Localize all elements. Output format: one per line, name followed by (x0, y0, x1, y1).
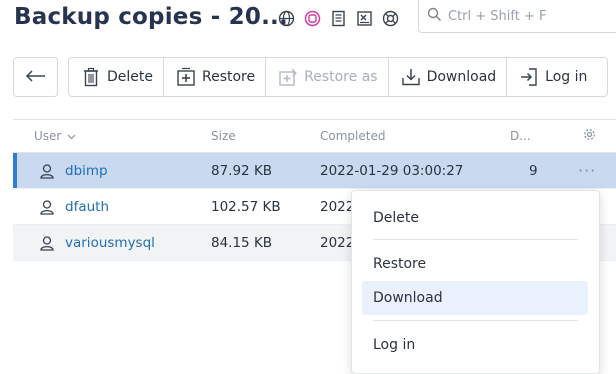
d-value: 9 (529, 163, 538, 179)
restore-as-button[interactable]: Restore as (266, 58, 389, 96)
login-icon (519, 67, 539, 87)
backup-size: 102.57 KB (211, 199, 281, 215)
login-button[interactable]: Log in (507, 58, 597, 96)
delete-button[interactable]: Delete (69, 58, 164, 96)
plus-square-icon (176, 67, 196, 87)
lifebuoy-pink-icon[interactable] (303, 9, 321, 27)
user-name[interactable]: dfauth (65, 199, 109, 215)
support-ring-icon[interactable] (381, 9, 399, 27)
user-name[interactable]: variousmysql (65, 235, 155, 251)
completed-date: 2022 (320, 235, 355, 251)
restore-as-label: Restore as (304, 69, 378, 85)
page-title: Backup copies - 20... (14, 4, 288, 30)
trash-icon (81, 67, 101, 87)
search-icon (427, 7, 442, 26)
search-input[interactable] (448, 8, 608, 24)
backup-size: 87.92 KB (211, 163, 273, 179)
notes-icon[interactable] (329, 9, 347, 27)
chevron-down-icon (67, 134, 76, 140)
arrow-left-icon (25, 68, 47, 87)
backup-size: 84.15 KB (211, 235, 273, 251)
back-button[interactable] (13, 57, 58, 97)
user-icon (39, 163, 55, 179)
menu-divider (373, 239, 578, 240)
menu-item-restore[interactable]: Restore (362, 247, 588, 281)
table-row[interactable]: dbimp 87.92 KB 2022-01-29 03:00:27 9 ··· (13, 153, 616, 189)
download-button[interactable]: Download (389, 58, 508, 96)
download-icon (401, 67, 421, 87)
menu-item-download[interactable]: Download (362, 281, 588, 315)
spreadsheet-icon[interactable] (355, 9, 373, 27)
completed-date: 2022 (320, 199, 355, 215)
table-header: User Size Completed D... (13, 119, 616, 153)
completed-date: 2022-01-29 03:00:27 (320, 163, 464, 179)
context-menu: Delete Restore Download Log in (351, 190, 600, 374)
login-label: Log in (545, 69, 588, 85)
user-icon (39, 235, 55, 251)
delete-label: Delete (107, 69, 153, 85)
header-icons (277, 9, 399, 27)
toolbar: Delete Restore Restore as Download Log i… (68, 57, 608, 97)
menu-divider (373, 320, 578, 321)
user-icon (39, 199, 55, 215)
restore-as-icon (278, 67, 298, 87)
user-name[interactable]: dbimp (65, 163, 108, 179)
column-header-size[interactable]: Size (211, 129, 236, 143)
menu-item-delete[interactable]: Delete (362, 201, 588, 235)
restore-button[interactable]: Restore (164, 58, 267, 96)
restore-label: Restore (202, 69, 256, 85)
column-user-label: User (34, 129, 62, 143)
download-label: Download (426, 69, 497, 85)
globe-icon[interactable] (277, 9, 295, 27)
gear-icon[interactable] (583, 128, 596, 144)
column-header-user[interactable]: User (34, 129, 76, 143)
column-header-completed[interactable]: Completed (320, 129, 385, 143)
column-header-d[interactable]: D... (510, 129, 531, 143)
menu-item-login[interactable]: Log in (362, 328, 588, 362)
search-box[interactable] (418, 0, 616, 33)
more-options-icon[interactable]: ··· (578, 161, 596, 180)
